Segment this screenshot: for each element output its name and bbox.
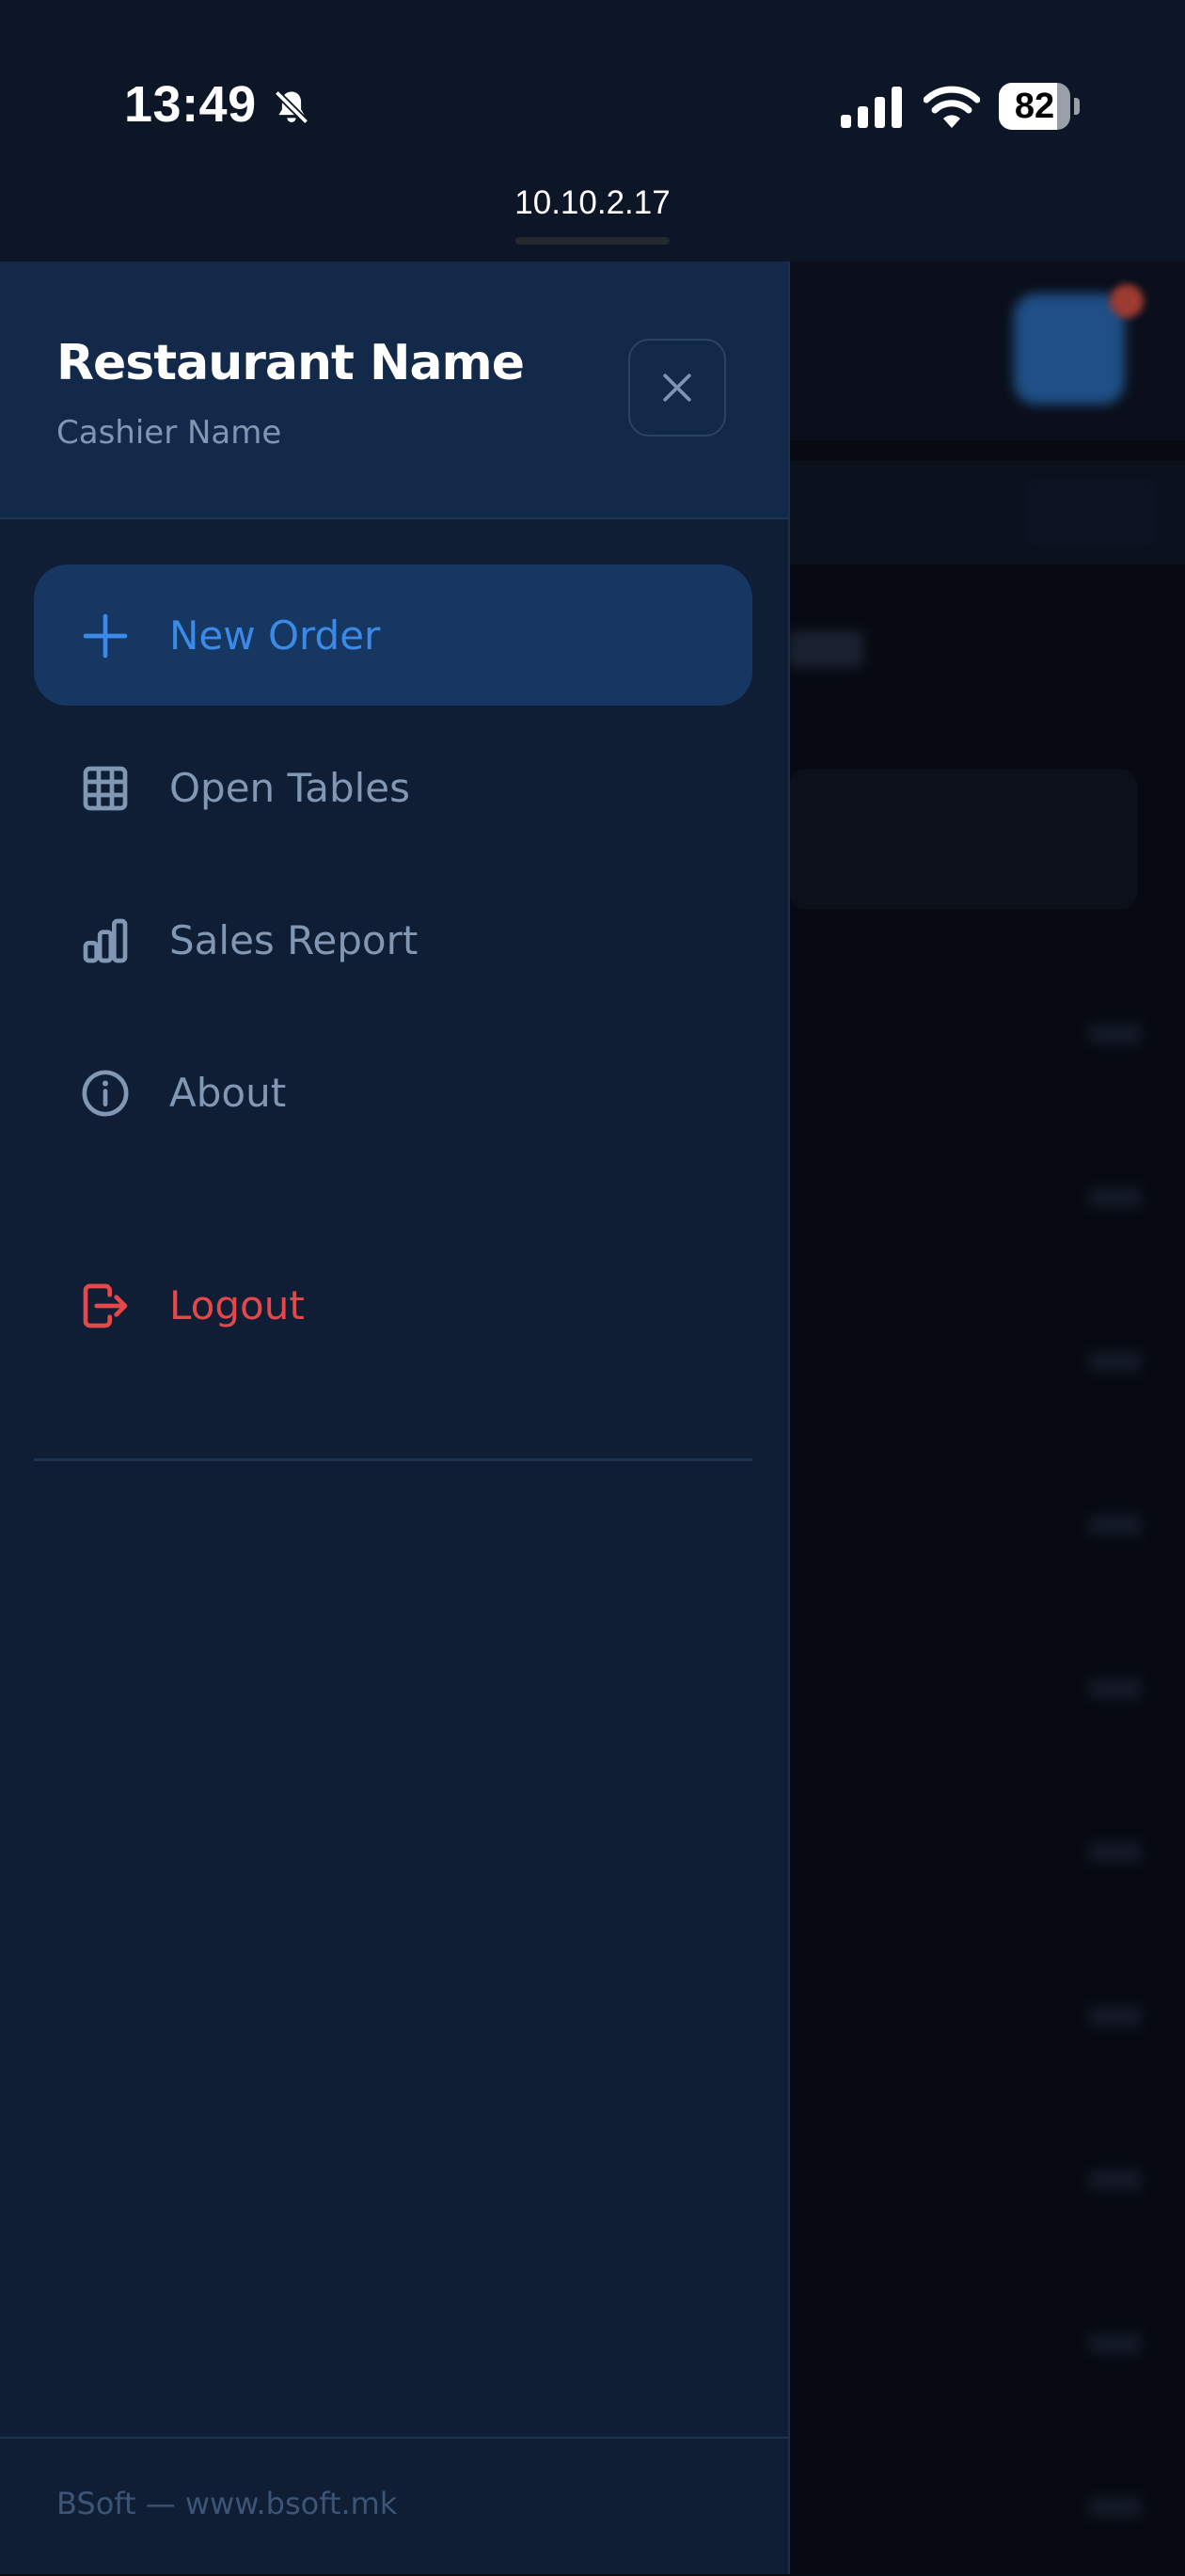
battery-icon: 82	[999, 83, 1080, 130]
bell-off-icon	[274, 89, 309, 125]
drawer-header: Restaurant Name Cashier Name	[0, 262, 788, 519]
background-notification-dot	[1110, 284, 1144, 318]
side-drawer: Restaurant Name Cashier Name New Order O…	[0, 262, 790, 2574]
close-drawer-button[interactable]	[628, 339, 726, 437]
battery-percent: 82	[1014, 87, 1055, 126]
background-toolbar-segment	[1025, 480, 1157, 546]
url-underline	[515, 237, 670, 245]
background-row	[1089, 1024, 1142, 1044]
signal-icon	[841, 87, 902, 128]
close-icon	[663, 374, 691, 402]
info-icon	[82, 1070, 129, 1117]
status-time: 13:49	[124, 76, 257, 133]
menu-divider	[34, 1458, 752, 1461]
menu-item-label: About	[169, 1070, 287, 1116]
cashier-name: Cashier Name	[56, 414, 282, 452]
background-row	[1089, 2006, 1142, 2027]
background-action-button	[1014, 294, 1125, 405]
plus-icon	[83, 613, 128, 659]
logout-icon	[83, 1283, 128, 1328]
footer-text: BSoft — www.bsoft.mk	[56, 2486, 398, 2521]
menu-item-about[interactable]: About	[34, 1022, 752, 1163]
background-row	[1089, 2170, 1142, 2190]
menu-item-open-tables[interactable]: Open Tables	[34, 717, 752, 858]
menu-item-sales-report[interactable]: Sales Report	[34, 869, 752, 1010]
logout-button[interactable]: Logout	[34, 1234, 752, 1375]
logout-label: Logout	[169, 1282, 305, 1328]
drawer-footer: BSoft — www.bsoft.mk	[0, 2437, 788, 2576]
background-card	[788, 770, 1138, 909]
background-row	[1089, 1351, 1142, 1372]
background-row	[1089, 1842, 1142, 1863]
background-app-overlay[interactable]	[788, 262, 1185, 2574]
menu-item-new-order[interactable]: New Order	[34, 564, 752, 706]
background-row	[1089, 1515, 1142, 1535]
background-heading	[788, 630, 863, 668]
wifi-icon	[924, 86, 980, 128]
background-row	[1089, 1187, 1142, 1208]
menu-item-label: New Order	[169, 612, 381, 659]
status-bar: 13:49 82 10.10.2.17	[0, 0, 1185, 262]
url-label[interactable]: 10.10.2.17	[0, 184, 1185, 222]
menu-item-label: Open Tables	[169, 765, 411, 811]
restaurant-name: Restaurant Name	[56, 335, 525, 391]
background-row	[1089, 2497, 1142, 2518]
background-row	[1089, 1678, 1142, 1699]
menu-item-label: Sales Report	[169, 917, 419, 963]
table-grid-icon	[83, 766, 128, 811]
background-row	[1089, 2333, 1142, 2354]
bar-chart-icon	[83, 918, 128, 963]
